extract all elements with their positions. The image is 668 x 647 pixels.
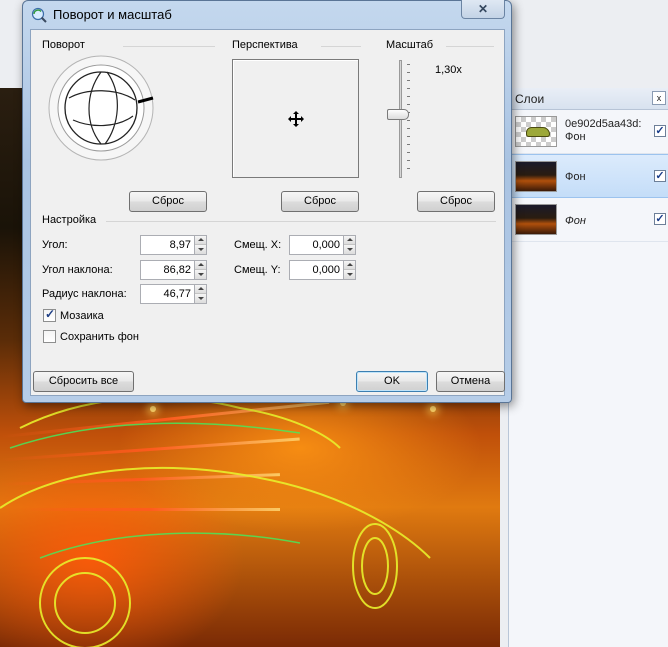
scale-value: 1,30x bbox=[435, 64, 462, 76]
layer-row[interactable]: Фон ✓ bbox=[509, 198, 668, 242]
dialog-client-area: Поворот Перспектива Масштаб 1,30x Сброс … bbox=[30, 29, 505, 396]
cancel-button[interactable]: Отмена bbox=[436, 371, 505, 392]
layer-visibility-checkbox[interactable]: ✓ bbox=[654, 170, 666, 182]
tiling-checkbox[interactable]: ✓ bbox=[43, 307, 56, 322]
offset-x-label: Смещ. X: bbox=[234, 239, 282, 251]
divider bbox=[446, 46, 494, 47]
layer-name: Фон bbox=[565, 215, 586, 227]
divider bbox=[123, 46, 215, 47]
tilt-radius-spinner[interactable] bbox=[194, 284, 207, 304]
layers-panel: Слои x 0e902d5aa43d: Фон ✓ Фон ✓ Фон ✓ bbox=[508, 88, 668, 647]
offset-y-spinner[interactable] bbox=[343, 260, 356, 280]
layer-row[interactable]: 0e902d5aa43d: Фон ✓ bbox=[509, 110, 668, 154]
perspective-reset-button[interactable]: Сброс bbox=[281, 191, 359, 212]
rotate-zoom-icon bbox=[31, 7, 47, 23]
offset-y-label: Смещ. Y: bbox=[234, 264, 281, 276]
layers-panel-close-icon[interactable]: x bbox=[652, 91, 666, 105]
layers-panel-title: Слои bbox=[515, 92, 545, 106]
angle-field[interactable]: 8,97 bbox=[140, 235, 195, 255]
dialog-close-button[interactable]: ✕ bbox=[461, 0, 505, 19]
settings-section-label: Настройка bbox=[42, 214, 101, 226]
dialog-title: Поворот и масштаб bbox=[53, 7, 172, 22]
rotate-zoom-dialog: Поворот и масштаб ✕ Поворот Перспектива … bbox=[22, 0, 512, 403]
move-icon[interactable] bbox=[287, 110, 305, 128]
layer-name: Фон bbox=[565, 171, 586, 183]
perspective-section-label: Перспектива bbox=[232, 39, 302, 51]
tiling-label[interactable]: Мозаика bbox=[60, 310, 104, 322]
checkmark-icon: ✓ bbox=[45, 307, 56, 321]
perspective-pad[interactable] bbox=[232, 59, 359, 178]
angle-spinner[interactable] bbox=[194, 235, 207, 255]
rotation-wheel[interactable] bbox=[47, 54, 155, 162]
ok-button[interactable]: OK bbox=[356, 371, 428, 392]
layer-name: 0e902d5aa43d: Фон bbox=[565, 118, 642, 143]
angle-label: Угол: bbox=[42, 239, 68, 251]
layer-visibility-checkbox[interactable]: ✓ bbox=[654, 125, 666, 137]
scale-section-label: Масштаб bbox=[386, 39, 438, 51]
tilt-angle-field[interactable]: 86,82 bbox=[140, 260, 195, 280]
tilt-radius-field[interactable]: 46,77 bbox=[140, 284, 195, 304]
divider bbox=[321, 46, 361, 47]
scale-reset-button[interactable]: Сброс bbox=[417, 191, 495, 212]
tilt-angle-spinner[interactable] bbox=[194, 260, 207, 280]
tilt-angle-label: Угол наклона: bbox=[42, 264, 113, 276]
offset-x-spinner[interactable] bbox=[343, 235, 356, 255]
keep-background-checkbox[interactable] bbox=[43, 330, 56, 343]
offset-x-field[interactable]: 0,000 bbox=[289, 235, 344, 255]
offset-y-field[interactable]: 0,000 bbox=[289, 260, 344, 280]
layer-visibility-checkbox[interactable]: ✓ bbox=[654, 213, 666, 225]
reset-all-button[interactable]: Сбросить все bbox=[33, 371, 134, 392]
tilt-radius-label: Радиус наклона: bbox=[42, 288, 127, 300]
car-thumbnail-icon bbox=[526, 127, 550, 137]
layer-thumbnail bbox=[515, 116, 557, 147]
layer-row[interactable]: Фон ✓ bbox=[509, 154, 668, 198]
scale-slider-thumb[interactable] bbox=[387, 109, 409, 120]
dialog-titlebar[interactable]: Поворот и масштаб ✕ bbox=[23, 0, 511, 29]
layers-panel-header: Слои x bbox=[509, 88, 668, 110]
rotation-reset-button[interactable]: Сброс bbox=[129, 191, 207, 212]
layer-thumbnail bbox=[515, 204, 557, 235]
divider bbox=[106, 221, 496, 222]
keep-background-label[interactable]: Сохранить фон bbox=[60, 331, 139, 343]
rotation-section-label: Поворот bbox=[42, 39, 89, 51]
layer-thumbnail bbox=[515, 161, 557, 192]
